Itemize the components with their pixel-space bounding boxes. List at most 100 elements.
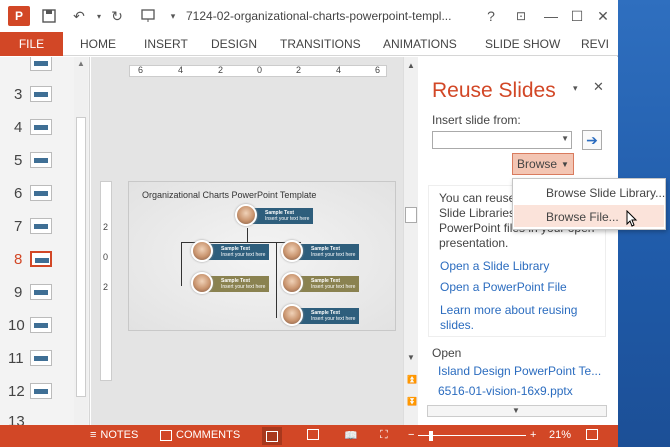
thumbnail-10[interactable]: 10 xyxy=(0,315,74,337)
slide-canvas[interactable]: Organizational Charts PowerPoint Templat… xyxy=(128,181,396,331)
pane-close-icon[interactable]: ✕ xyxy=(593,79,604,95)
thumbnail-image[interactable] xyxy=(30,218,52,234)
ruler-tick: 2 xyxy=(218,65,224,75)
thumbnail-12[interactable]: 12 xyxy=(0,381,74,403)
thumbnail-8[interactable]: 8 xyxy=(0,249,74,271)
tab-animations[interactable]: ANIMATIONS xyxy=(383,37,457,51)
ribbon-display-options-icon[interactable]: ⊡ xyxy=(510,6,532,26)
thumbnail-5[interactable]: 5 xyxy=(0,150,74,172)
thumbnail-2[interactable] xyxy=(0,57,74,75)
tab-design[interactable]: DESIGN xyxy=(211,37,257,51)
slide-show-icon: ⛶ xyxy=(380,429,388,441)
thumbnail-image[interactable] xyxy=(30,350,52,366)
thumbnails-scrollbar[interactable]: ▲ xyxy=(74,57,88,425)
thumbnail-image[interactable] xyxy=(30,284,52,300)
thumbnail-image[interactable] xyxy=(30,86,52,102)
open-slide-library-link[interactable]: Open a Slide Library xyxy=(440,259,549,273)
reuse-slides-pane: Reuse Slides ▾ ✕ Insert slide from: ▼ ➔ … xyxy=(419,57,618,425)
save-icon[interactable] xyxy=(40,7,58,25)
thumbnail-image[interactable] xyxy=(30,152,52,168)
recent-file-item[interactable]: 6516-01-vision-16x9.pptx xyxy=(438,384,573,398)
zoom-slider[interactable] xyxy=(418,435,526,436)
org-node-subtext: Insert your text here xyxy=(311,316,356,322)
tab-home[interactable]: HOME xyxy=(80,37,116,51)
thumbnail-9[interactable]: 9 xyxy=(0,282,74,304)
customize-toolbar-icon[interactable]: ▾ xyxy=(164,7,182,25)
slide-sorter-button[interactable] xyxy=(307,429,319,440)
scroll-up-icon[interactable]: ▲ xyxy=(407,61,415,70)
comments-button[interactable]: COMMENTS xyxy=(160,429,240,441)
ruler-tick: 0 xyxy=(103,252,109,262)
editor-scrollbar[interactable]: ▲ ▼ ⏫ ⏬ xyxy=(403,57,418,425)
scroll-down-icon[interactable]: ▼ xyxy=(512,406,520,415)
tab-insert[interactable]: INSERT xyxy=(144,37,188,51)
minimize-icon[interactable]: — xyxy=(540,6,562,26)
vertical-ruler: 2 0 2 xyxy=(100,181,112,381)
zoom-slider-knob[interactable] xyxy=(429,431,433,441)
tab-transitions[interactable]: TRANSITIONS xyxy=(280,37,361,51)
scroll-up-icon[interactable]: ▲ xyxy=(77,59,85,68)
learn-more-link[interactable]: Learn more about reusing xyxy=(440,303,577,317)
org-node-box: Sample Text Insert your text here xyxy=(297,244,359,260)
thumbnail-image[interactable] xyxy=(30,119,52,135)
undo-dropdown-icon[interactable]: ▾ xyxy=(90,7,108,25)
scroll-down-icon[interactable]: ▼ xyxy=(407,353,415,362)
person-photo xyxy=(191,272,213,294)
tab-review[interactable]: REVI xyxy=(581,37,609,51)
learn-more-link-cont[interactable]: slides. xyxy=(440,318,474,332)
next-slide-icon[interactable]: ⏬ xyxy=(407,397,417,406)
slide-show-button[interactable]: ⛶ xyxy=(380,429,388,442)
thumbnail-13[interactable]: 13 xyxy=(0,411,74,425)
maximize-icon[interactable]: ☐ xyxy=(566,6,588,26)
help-icon[interactable]: ? xyxy=(480,6,502,26)
org-node-subtext: Insert your text here xyxy=(311,284,356,290)
thumbnail-image[interactable] xyxy=(30,317,52,333)
reading-view-button[interactable]: 📖 xyxy=(344,429,358,442)
start-from-beginning-icon[interactable] xyxy=(140,7,158,25)
horizontal-ruler: 6 4 2 0 2 4 6 xyxy=(129,65,387,77)
chevron-down-icon[interactable]: ▼ xyxy=(561,134,569,143)
tab-slide-show[interactable]: SLIDE SHOW xyxy=(485,37,560,51)
recent-file-item[interactable]: Island Design PowerPoint Te... xyxy=(438,364,601,378)
normal-view-icon xyxy=(266,430,278,442)
normal-view-button[interactable] xyxy=(262,427,282,445)
insert-from-input[interactable]: ▼ xyxy=(432,131,572,149)
thumbnail-image[interactable] xyxy=(30,57,52,71)
open-powerpoint-file-link[interactable]: Open a PowerPoint File xyxy=(440,280,567,294)
slide-thumbnails-pane: 3 4 5 6 7 8 9 10 11 12 13 ▲ xyxy=(0,57,90,425)
open-label: Open xyxy=(432,346,462,360)
ruler-tick: 2 xyxy=(103,222,109,232)
scrollbar-thumb[interactable] xyxy=(76,117,86,397)
pane-options-icon[interactable]: ▾ xyxy=(573,83,578,94)
scrollbar-thumb[interactable] xyxy=(405,207,417,223)
thumbnail-image-selected[interactable] xyxy=(30,251,52,267)
thumbnail-7[interactable]: 7 xyxy=(0,216,74,238)
zoom-out-button[interactable]: − xyxy=(408,429,414,441)
thumbnail-image[interactable] xyxy=(30,383,52,399)
fit-slide-button[interactable] xyxy=(586,429,598,440)
pane-scrollbar[interactable]: ▼ xyxy=(427,405,607,417)
redo-icon[interactable]: ↻ xyxy=(108,7,126,25)
notes-icon: ≡ xyxy=(90,429,97,441)
thumbnail-3[interactable]: 3 xyxy=(0,84,74,106)
thumbnail-6[interactable]: 6 xyxy=(0,183,74,205)
thumbnail-number: 13 xyxy=(8,413,25,425)
thumbnail-4[interactable]: 4 xyxy=(0,117,74,139)
zoom-level[interactable]: 21% xyxy=(549,429,571,441)
previous-slide-icon[interactable]: ⏫ xyxy=(407,375,417,384)
slide-title[interactable]: Organizational Charts PowerPoint Templat… xyxy=(142,190,316,200)
ruler-tick: 0 xyxy=(257,65,263,75)
browse-file-item[interactable]: Browse File... xyxy=(514,205,664,227)
status-bar: ≡ NOTES COMMENTS 📖 ⛶ − + 21% xyxy=(0,425,618,447)
browse-slide-library-item[interactable]: Browse Slide Library... xyxy=(514,181,665,203)
go-arrow-button[interactable]: ➔ xyxy=(582,130,602,150)
org-node-subtext: Insert your text here xyxy=(265,216,310,222)
close-icon[interactable]: ✕ xyxy=(592,6,614,26)
zoom-in-button[interactable]: + xyxy=(530,429,536,441)
thumbnail-image[interactable] xyxy=(30,185,52,201)
thumbnail-11[interactable]: 11 xyxy=(0,348,74,370)
tab-file[interactable]: FILE xyxy=(0,32,63,56)
undo-icon[interactable]: ↶ xyxy=(70,7,88,25)
notes-button[interactable]: ≡ NOTES xyxy=(90,429,138,441)
browse-button[interactable]: Browse ▼ xyxy=(512,153,574,175)
